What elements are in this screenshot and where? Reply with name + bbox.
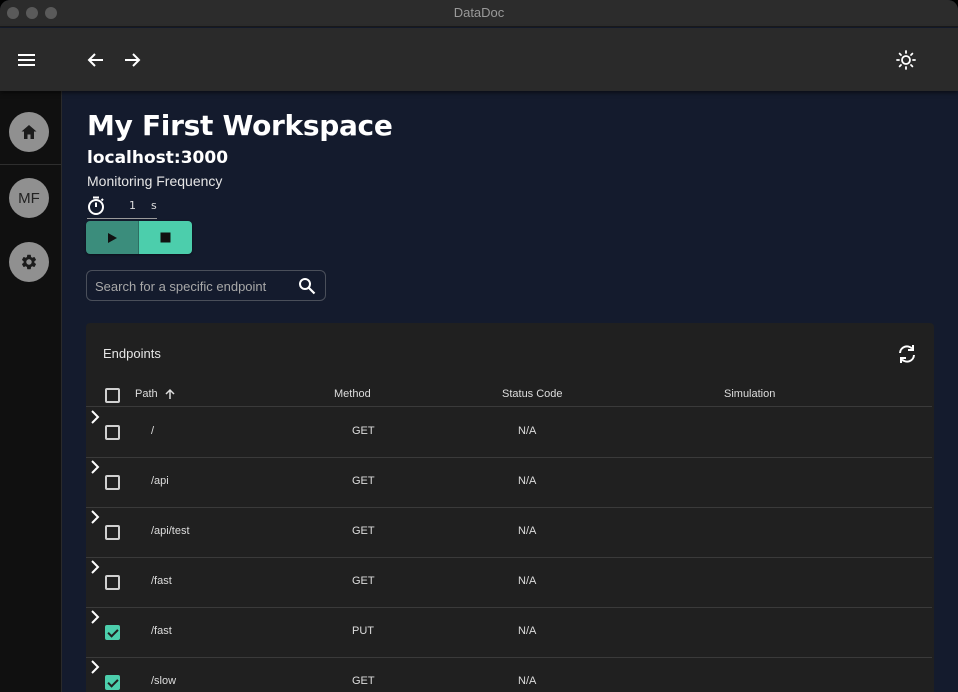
monitoring-controls	[86, 221, 192, 254]
sort-ascending-icon	[165, 388, 175, 399]
row-checkbox[interactable]	[105, 525, 120, 540]
sun-icon	[896, 50, 916, 70]
chevron-right-icon[interactable]	[86, 608, 104, 626]
column-header-path[interactable]: Path	[135, 388, 176, 400]
main-content: My First Workspace localhost:3000 Monito…	[62, 91, 958, 692]
column-header-method[interactable]: Method	[334, 388, 371, 400]
row-method: GET	[352, 475, 375, 487]
endpoints-table-card: Endpoints Path Method Status Code Simula…	[86, 323, 934, 692]
play-icon	[108, 232, 117, 243]
monitoring-frequency-label: Monitoring Frequency	[87, 173, 223, 189]
chevron-right-icon[interactable]	[86, 508, 104, 526]
row-method: GET	[352, 425, 375, 437]
row-checkbox[interactable]	[105, 425, 120, 440]
top-app-bar	[0, 28, 958, 91]
forward-button[interactable]	[117, 45, 147, 75]
row-checkbox[interactable]	[105, 475, 120, 490]
row-method: GET	[352, 675, 375, 687]
search-input[interactable]	[95, 277, 291, 295]
arrow-right-icon	[125, 53, 141, 67]
back-button[interactable]	[81, 45, 111, 75]
row-method: GET	[352, 525, 375, 537]
gear-icon	[21, 254, 37, 270]
row-checkbox[interactable]	[105, 675, 120, 690]
arrow-left-icon	[87, 53, 103, 67]
row-path: /fast	[151, 625, 172, 637]
stop-icon	[160, 232, 171, 243]
title-bar: DataDoc	[0, 0, 958, 27]
stop-monitoring-button[interactable]	[139, 221, 192, 254]
refresh-icon[interactable]	[896, 343, 918, 365]
chevron-right-icon[interactable]	[86, 558, 104, 576]
row-method: PUT	[352, 625, 374, 637]
monitoring-frequency-input[interactable]: 1 s	[87, 195, 157, 219]
workspace-avatar[interactable]: MF	[9, 178, 49, 218]
table-row[interactable]: /api GET N/A	[86, 458, 932, 508]
frequency-value: 1	[129, 199, 136, 212]
menu-button[interactable]	[12, 45, 42, 75]
row-status-code: N/A	[518, 425, 537, 437]
row-checkbox[interactable]	[105, 625, 120, 640]
row-path: /api	[151, 475, 169, 487]
column-header-status-code[interactable]: Status Code	[502, 388, 563, 400]
table-title: Endpoints	[103, 346, 161, 361]
row-checkbox[interactable]	[105, 575, 120, 590]
row-path: /api/test	[151, 525, 190, 537]
table-row[interactable]: /fast GET N/A	[86, 558, 932, 608]
frequency-unit: s	[151, 199, 157, 212]
chevron-right-icon[interactable]	[86, 458, 104, 476]
row-path: /	[151, 425, 155, 437]
row-status-code: N/A	[518, 475, 537, 487]
column-path-label: Path	[135, 388, 158, 400]
row-status-code: N/A	[518, 675, 537, 687]
start-monitoring-button[interactable]	[86, 221, 139, 254]
workspace-title: My First Workspace	[87, 109, 393, 142]
hamburger-menu-icon	[18, 54, 35, 66]
endpoint-search	[86, 270, 326, 301]
timer-icon	[88, 196, 104, 215]
home-icon	[21, 125, 37, 139]
chevron-right-icon[interactable]	[86, 408, 104, 426]
row-status-code: N/A	[518, 575, 537, 587]
select-all-checkbox[interactable]	[105, 388, 120, 403]
sidebar: MF	[0, 91, 62, 692]
table-row[interactable]: / GET N/A	[86, 408, 932, 458]
sidebar-home-button[interactable]	[9, 112, 49, 152]
table-row[interactable]: /api/test GET N/A	[86, 508, 932, 558]
row-path: /slow	[151, 675, 177, 687]
sidebar-settings-button[interactable]	[9, 242, 49, 282]
table-row[interactable]: /fast PUT N/A	[86, 608, 932, 658]
table-row[interactable]: /slow GET N/A	[86, 658, 932, 692]
theme-toggle-button[interactable]	[891, 45, 921, 75]
column-header-simulation[interactable]: Simulation	[724, 388, 775, 400]
search-icon[interactable]	[298, 277, 316, 295]
row-status-code: N/A	[518, 625, 537, 637]
window-title: DataDoc	[453, 5, 505, 20]
row-status-code: N/A	[518, 525, 537, 537]
row-path: /fast	[151, 575, 172, 587]
app-window: DataDoc MF My First Workspace localhost:…	[0, 0, 958, 692]
chevron-right-icon[interactable]	[86, 658, 104, 676]
table-header: Path Method Status Code Simulation	[86, 385, 932, 407]
row-method: GET	[352, 575, 375, 587]
workspace-host: localhost:3000	[87, 148, 229, 168]
sidebar-divider	[0, 164, 61, 165]
